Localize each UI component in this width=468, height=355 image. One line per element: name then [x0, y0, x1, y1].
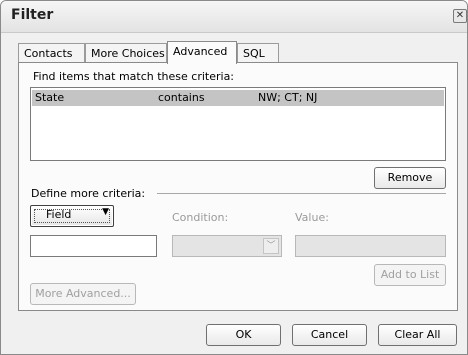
tab-label: More Choices — [91, 47, 165, 60]
criteria-value: NW; CT; NJ — [258, 91, 318, 104]
close-icon[interactable]: ✕ — [453, 9, 467, 23]
more-advanced-button[interactable]: More Advanced... — [30, 283, 136, 305]
value-label: Value: — [295, 211, 329, 224]
criteria-row[interactable]: State contains NW; CT; NJ — [32, 90, 444, 106]
field-button[interactable]: Field ▼ — [30, 205, 114, 227]
condition-select[interactable]: ﹀ — [172, 235, 282, 257]
filter-dialog: Filter ✕ Contacts More Choices Advanced … — [0, 0, 468, 355]
tab-label: SQL — [243, 47, 265, 60]
criteria-list[interactable]: State contains NW; CT; NJ — [30, 87, 446, 161]
dialog-title: Filter — [11, 7, 54, 23]
tab-contacts[interactable]: Contacts — [18, 43, 85, 63]
title-bar: Filter ✕ — [1, 1, 467, 33]
find-items-label: Find items that match these criteria: — [33, 70, 235, 83]
advanced-panel: Find items that match these criteria: St… — [18, 62, 458, 311]
criteria-condition: contains — [158, 91, 205, 104]
field-name-input[interactable] — [30, 235, 157, 257]
add-to-list-button[interactable]: Add to List — [374, 264, 446, 286]
divider — [157, 193, 446, 194]
clear-all-button[interactable]: Clear All — [378, 324, 457, 346]
chevron-down-icon: ﹀ — [263, 238, 279, 254]
tab-advanced[interactable]: Advanced — [167, 41, 237, 64]
define-criteria-label: Define more criteria: — [31, 187, 146, 200]
value-input[interactable] — [295, 235, 446, 257]
condition-label: Condition: — [172, 211, 229, 224]
field-button-label: Field — [46, 208, 72, 221]
tab-label: Contacts — [24, 47, 73, 60]
ok-button[interactable]: OK — [206, 324, 281, 346]
dropdown-arrow-icon: ▼ — [102, 207, 109, 217]
tab-label: Advanced — [173, 45, 228, 58]
cancel-button[interactable]: Cancel — [292, 324, 367, 346]
tab-sql[interactable]: SQL — [237, 43, 279, 63]
remove-button[interactable]: Remove — [374, 167, 446, 189]
tab-more-choices[interactable]: More Choices — [85, 43, 167, 63]
criteria-field: State — [35, 91, 65, 104]
